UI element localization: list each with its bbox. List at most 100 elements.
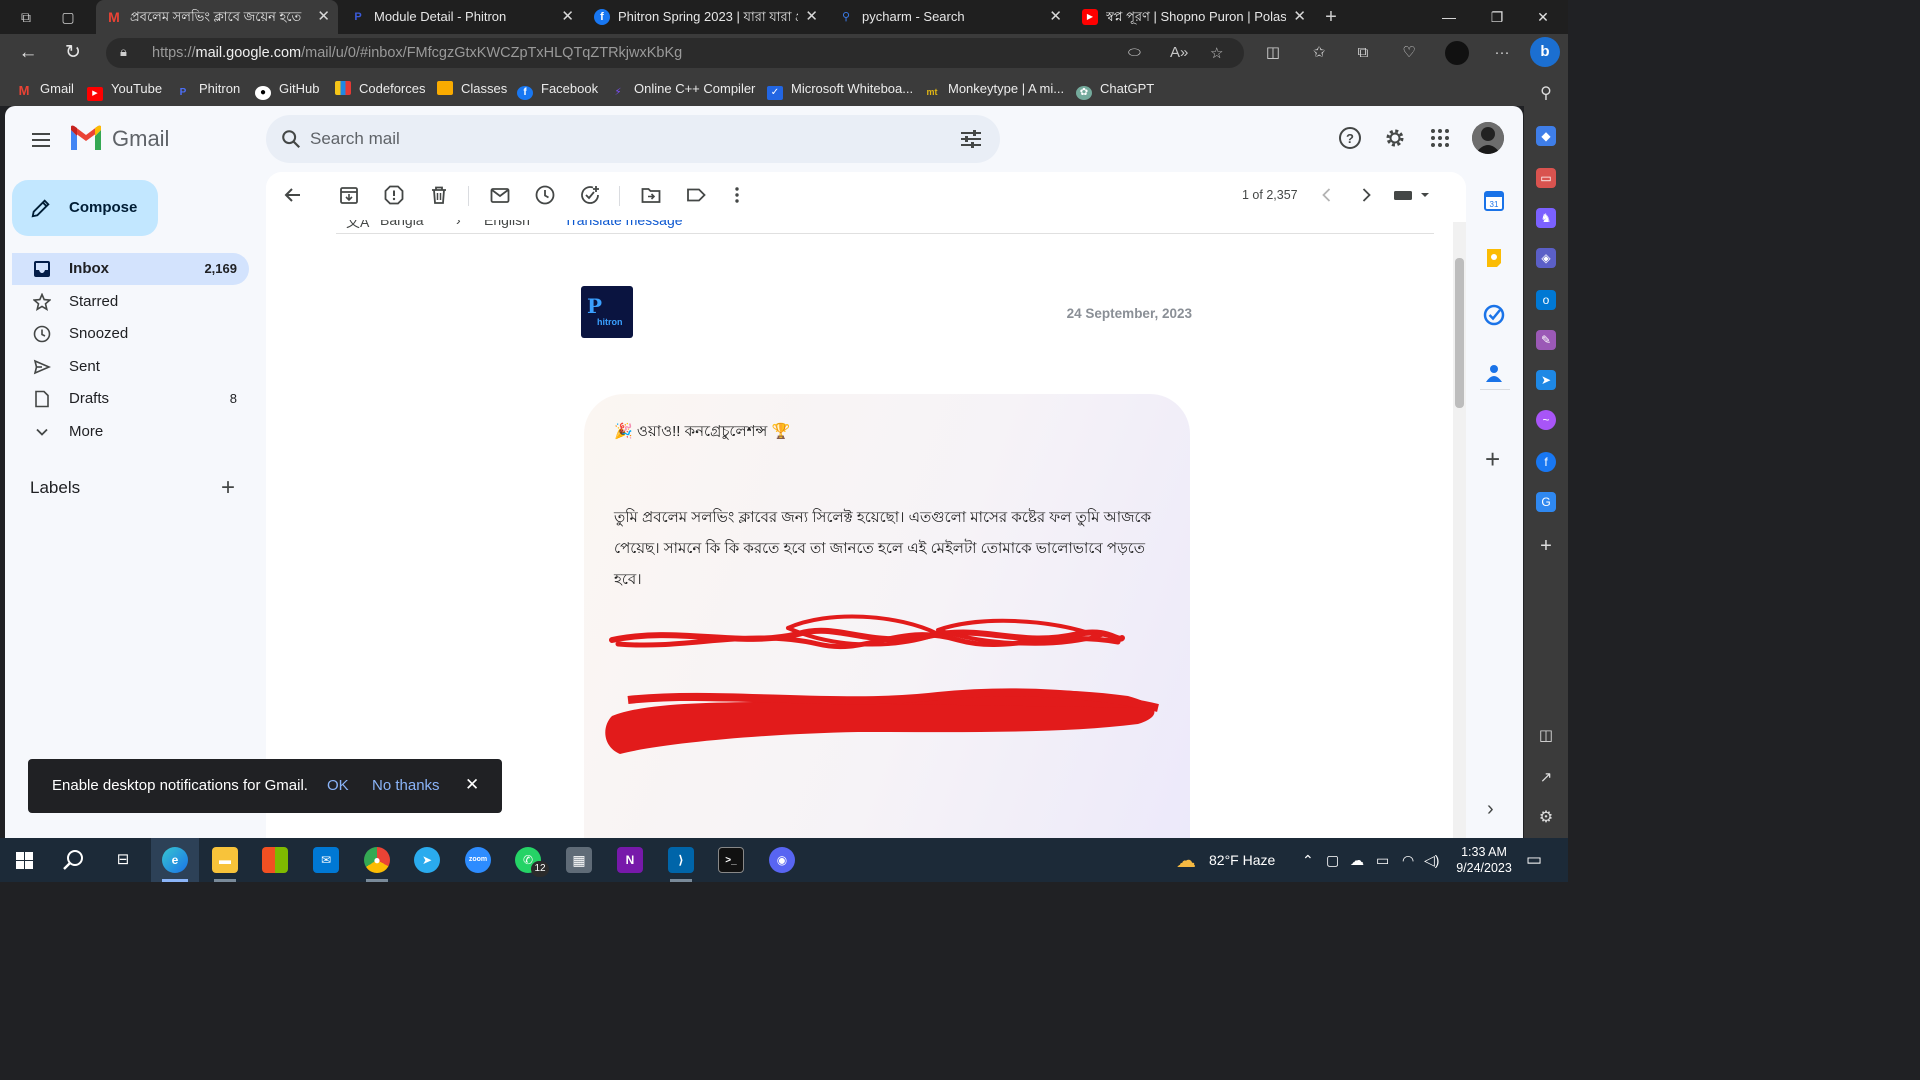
calendar-icon[interactable]: 31	[1483, 190, 1505, 212]
bookmark-facebook[interactable]: f Facebook	[517, 80, 598, 100]
nav-inbox[interactable]: Inbox 2,169	[12, 253, 249, 285]
terminal-icon[interactable]: >_	[718, 847, 744, 873]
toast-close-icon[interactable]: ✕	[465, 775, 479, 795]
tab-gmail[interactable]: M প্রবলেম সলভিং ক্লাবে জয়েন হতে ✕	[96, 0, 338, 34]
nav-starred[interactable]: Starred	[12, 286, 249, 318]
new-tab-icon[interactable]: +	[1322, 7, 1340, 27]
toast-ok-button[interactable]: OK	[327, 777, 349, 794]
bookmark-classes[interactable]: Classes	[437, 80, 507, 98]
nav-drafts[interactable]: Drafts 8	[12, 383, 249, 415]
bookmark-github[interactable]: ● GitHub	[255, 80, 319, 100]
close-icon[interactable]: ✕	[561, 0, 574, 34]
more-options-icon[interactable]: ···	[1491, 43, 1513, 63]
drop-icon[interactable]: ➤	[1536, 370, 1556, 390]
input-tools-icon[interactable]	[1393, 184, 1433, 206]
mark-unread-icon[interactable]	[489, 184, 511, 206]
calculator-icon[interactable]: ▦	[566, 847, 592, 873]
meet-now-icon[interactable]: ▢	[1326, 852, 1339, 869]
snooze-icon[interactable]	[534, 184, 556, 206]
main-menu-icon[interactable]	[29, 128, 53, 152]
scrollbar[interactable]	[1453, 222, 1466, 838]
mail-icon[interactable]: ✉	[313, 847, 339, 873]
vscode-icon[interactable]: ⟩	[668, 847, 694, 873]
back-to-inbox-icon[interactable]	[282, 184, 304, 206]
nav-more[interactable]: More	[12, 416, 249, 448]
wifi-icon[interactable]: ◠	[1402, 852, 1414, 869]
copilot-icon[interactable]: b	[1530, 37, 1560, 67]
tasks-icon[interactable]	[1483, 304, 1505, 326]
search-mail-input[interactable]: Search mail	[266, 115, 1000, 163]
tab-actions-icon[interactable]: ▢	[59, 8, 77, 26]
tab-facebook-post[interactable]: f Phitron Spring 2023 | যারা যারা প্র ✕	[584, 0, 826, 34]
outlook-icon[interactable]: o	[1536, 290, 1556, 310]
telegram-icon[interactable]: ➤	[414, 847, 440, 873]
file-explorer-icon[interactable]: ▬	[212, 847, 238, 873]
close-icon[interactable]: ✕	[1049, 0, 1062, 34]
sidebar-layout-icon[interactable]: ◫	[1536, 726, 1556, 746]
bookmark-cpp-compiler[interactable]: ⚡ Online C++ Compiler	[610, 80, 755, 98]
restore-icon[interactable]: ❐	[1474, 0, 1520, 34]
notifications-icon[interactable]: ▭	[1526, 850, 1542, 870]
archive-icon[interactable]	[338, 184, 360, 206]
zoom-icon[interactable]: zoom	[465, 847, 491, 873]
refresh-icon[interactable]: ↻	[60, 41, 86, 65]
minimize-icon[interactable]: —	[1426, 0, 1472, 34]
delete-icon[interactable]	[428, 184, 450, 206]
nav-snoozed[interactable]: Snoozed	[12, 318, 249, 350]
search-icon[interactable]	[280, 128, 302, 150]
settings-gear-icon[interactable]	[1383, 126, 1407, 150]
bookmark-whiteboard[interactable]: ✓ Microsoft Whiteboa...	[767, 80, 913, 100]
tab-module-detail[interactable]: P Module Detail - Phitron ✕	[340, 0, 582, 34]
help-icon[interactable]: ?	[1338, 126, 1362, 150]
favorites-icon[interactable]: ✩	[1308, 43, 1330, 63]
scrollbar-thumb[interactable]	[1455, 258, 1464, 408]
add-icon[interactable]: +	[1536, 536, 1556, 556]
system-clock[interactable]: 1:33 AM 9/24/2023	[1448, 844, 1520, 876]
url-bar[interactable]: 🔒︎ https://mail.google.com/mail/u/0/#inb…	[106, 38, 1244, 68]
weather-icon[interactable]: ☁	[1176, 848, 1196, 873]
shopping-icon[interactable]: ◆	[1536, 126, 1556, 146]
read-aloud-icon[interactable]: A»	[1170, 44, 1188, 61]
gmail-logo-icon[interactable]	[69, 124, 103, 152]
onedrive-icon[interactable]: ☁	[1350, 852, 1364, 869]
facebook-icon[interactable]: f	[1536, 452, 1556, 472]
microsoft-365-icon[interactable]: ◈	[1536, 248, 1556, 268]
translator-icon[interactable]: G	[1536, 492, 1556, 512]
battery-icon[interactable]: ▭	[1376, 852, 1389, 869]
volume-icon[interactable]: ◁)	[1424, 852, 1439, 869]
keep-icon[interactable]	[1483, 247, 1505, 269]
add-to-tasks-icon[interactable]	[579, 184, 601, 206]
bookmark-gmail[interactable]: M Gmail	[16, 80, 74, 98]
apps-grid-icon[interactable]	[1428, 126, 1452, 150]
bookmark-chatgpt[interactable]: ✿ ChatGPT	[1076, 80, 1154, 100]
open-external-icon[interactable]: ↗	[1536, 768, 1556, 788]
browser-essentials-icon[interactable]: ♡	[1398, 43, 1420, 63]
designer-icon[interactable]: ✎	[1536, 330, 1556, 350]
chrome-icon[interactable]: ●	[364, 847, 390, 873]
older-chevron-right-icon[interactable]	[1355, 184, 1377, 206]
compose-button[interactable]: Compose	[12, 180, 158, 236]
account-avatar[interactable]	[1472, 122, 1504, 154]
contacts-icon[interactable]	[1483, 362, 1505, 384]
settings-icon[interactable]: ⚙	[1536, 808, 1556, 828]
search-icon[interactable]	[62, 848, 86, 872]
onenote-icon[interactable]: N	[617, 847, 643, 873]
search-options-icon[interactable]	[960, 129, 982, 149]
side-panel-chevron-icon[interactable]: ›	[1487, 798, 1494, 821]
split-screen-icon[interactable]: ◫	[1262, 43, 1284, 63]
nav-sent[interactable]: Sent	[12, 351, 249, 383]
bookmark-youtube[interactable]: ▶ YouTube	[87, 80, 162, 101]
label-icon[interactable]	[685, 184, 707, 206]
window-close-icon[interactable]: ✕	[1520, 0, 1566, 34]
messenger-icon[interactable]: ~	[1536, 410, 1556, 430]
tools-icon[interactable]: ▭	[1536, 168, 1556, 188]
report-spam-icon[interactable]	[383, 184, 405, 206]
search-icon[interactable]: ⚲	[1536, 84, 1556, 104]
reading-view-icon[interactable]: ⬭	[1128, 44, 1141, 61]
games-icon[interactable]: ♞	[1536, 208, 1556, 228]
close-icon[interactable]: ✕	[805, 0, 818, 34]
back-icon[interactable]: ←	[15, 41, 41, 65]
tab-youtube[interactable]: ▶ স্বপ্ন পূরণ | Shopno Puron | Polash ✕	[1072, 0, 1314, 34]
profile-icon[interactable]	[1445, 41, 1469, 65]
close-icon[interactable]: ✕	[317, 0, 330, 34]
